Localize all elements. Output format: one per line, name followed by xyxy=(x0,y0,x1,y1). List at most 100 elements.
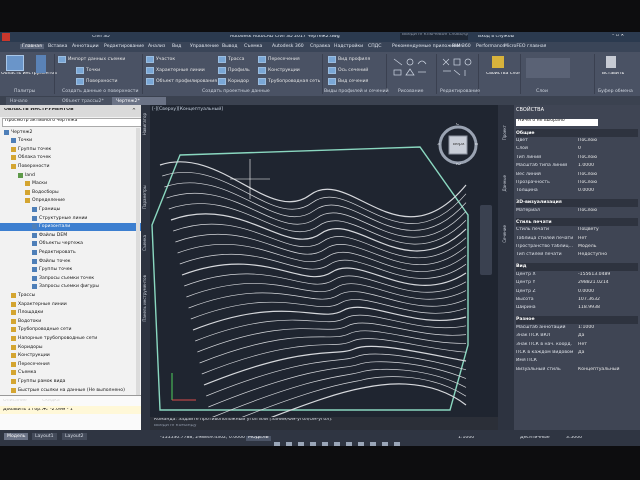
ribbon-tab[interactable]: Вставка xyxy=(48,44,67,49)
tree-item[interactable]: Конструкции xyxy=(0,352,143,360)
viewcube-top-face[interactable]: Верх xyxy=(453,143,465,148)
vertical-tab[interactable]: Проект xyxy=(502,125,509,140)
toolspace-view-select[interactable]: Просмотр активного чертежа xyxy=(2,118,142,127)
alignment-button[interactable]: Трасса xyxy=(218,56,244,63)
property-row[interactable]: Толщина 0.0000 xyxy=(516,188,638,196)
ribbon-tab[interactable]: Справка xyxy=(310,44,330,49)
property-row[interactable]: Стиль печати ПоЦвету xyxy=(516,227,638,235)
property-row[interactable]: Центр Z 0.0000 xyxy=(516,289,638,297)
surfaces-button[interactable]: Поверхности xyxy=(76,78,117,85)
units-dropdown[interactable]: Десятичные xyxy=(520,436,550,441)
property-row[interactable]: Ширина 118.9938 xyxy=(516,305,638,313)
command-input[interactable]: Введите команду xyxy=(154,424,197,429)
drawing-canvas[interactable]: [-][Сверху][Концептуальный] С Ю З В Верх xyxy=(150,105,498,431)
layer-props-button[interactable]: Свойства слоя xyxy=(486,72,521,77)
status-toggle-icons[interactable] xyxy=(272,434,452,448)
property-row[interactable]: Тип стилей печати Недоступно xyxy=(516,252,638,260)
status-value[interactable]: 3.5000 xyxy=(566,436,582,441)
ribbon-tab[interactable]: Надстройки xyxy=(334,44,363,49)
sample-line-button[interactable]: Ось сечений xyxy=(328,67,368,74)
signin-link[interactable]: Вход в службы xyxy=(478,35,514,40)
property-row[interactable]: Пространство таблиц... Модель xyxy=(516,244,638,252)
property-row[interactable]: Визуальный стиль Концептуальный xyxy=(516,367,638,375)
pipe-network-button[interactable]: Трубопроводная сеть xyxy=(258,78,320,85)
ribbon-tab[interactable]: Главная xyxy=(20,44,44,49)
feature-line-button[interactable]: Характерные линии xyxy=(146,67,205,74)
ribbon-tab[interactable]: Autodesk 360 xyxy=(272,44,304,49)
ribbon-tab[interactable]: Управление xyxy=(190,44,219,49)
ribbon-tab[interactable]: BIM 360 xyxy=(452,44,471,49)
property-row[interactable]: Масштаб типа линий 1.0000 xyxy=(516,163,638,171)
profile-button[interactable]: Профиль xyxy=(218,67,250,74)
contour-line[interactable] xyxy=(206,353,467,397)
paste-icon[interactable] xyxy=(606,56,616,68)
app-logo-icon[interactable] xyxy=(2,33,10,41)
property-section-header[interactable]: Разное xyxy=(516,315,638,324)
model-space-button[interactable]: МОДЕЛЬ xyxy=(246,436,271,441)
annotation-scale[interactable]: 1:1000 xyxy=(458,436,474,441)
ribbon-tab[interactable]: Performance xyxy=(476,44,505,49)
property-row[interactable]: Центр Y 298821.0214 xyxy=(516,280,638,288)
contour-line[interactable] xyxy=(173,223,467,259)
tree-item[interactable]: Маски xyxy=(0,180,157,188)
profile-view-button[interactable]: Вид профиля xyxy=(328,56,370,63)
search-input[interactable]: Введите ключевое слово/фразу xyxy=(400,33,468,40)
property-row[interactable]: Таблица стилей печати Нет xyxy=(516,236,638,244)
tree-item[interactable]: Коридоры xyxy=(0,343,143,351)
vertical-tab[interactable]: Съемка xyxy=(142,235,149,251)
tree-item[interactable]: Площадки xyxy=(0,309,143,317)
contour-line[interactable] xyxy=(170,213,467,252)
vertical-tab[interactable]: Параметры xyxy=(142,185,149,209)
draw-tools[interactable] xyxy=(392,56,432,84)
points-button[interactable]: Точки xyxy=(76,67,100,74)
tree-item[interactable]: Поверхности xyxy=(0,162,143,170)
contour-line[interactable] xyxy=(164,182,467,231)
tree-item[interactable]: Быстрые ссылки на данные (Не выполнено) xyxy=(0,386,143,394)
intersections-button[interactable]: Пересечения xyxy=(258,56,300,63)
navigation-bar[interactable] xyxy=(480,205,492,275)
corridor-button[interactable]: Коридор xyxy=(218,78,249,85)
ribbon-tab[interactable]: MicroFEO главная xyxy=(504,44,546,49)
layer-props-icon[interactable] xyxy=(492,56,504,68)
palettes-stack-icon[interactable] xyxy=(36,55,46,73)
layout-tab[interactable]: Layout1 xyxy=(32,433,57,440)
tree-item[interactable]: land xyxy=(0,171,150,179)
property-row[interactable]: Знак ПСК в нач. коорд. Нет xyxy=(516,342,638,350)
property-row[interactable]: Имя ПСК xyxy=(516,358,638,366)
modify-tools[interactable] xyxy=(440,56,476,84)
property-row[interactable]: Прозрачность ПоСлою xyxy=(516,180,638,188)
table-row[interactable]: Добавить 1 гор. Ж: -2.09м - 1 xyxy=(0,406,141,414)
vertical-tab[interactable]: Данные xyxy=(502,175,509,191)
window-controls[interactable]: – ▫ ✕ xyxy=(612,34,624,39)
section-view-button[interactable]: Вид сечения xyxy=(328,78,368,85)
tree-item[interactable]: Чертеж2 xyxy=(0,128,136,136)
layer-dropdown[interactable] xyxy=(526,58,570,78)
tree-item[interactable]: Напорные трубопроводные сети xyxy=(0,334,143,342)
assemblies-button[interactable]: Конструкции xyxy=(258,67,300,74)
contour-line[interactable] xyxy=(159,161,467,218)
contour-line[interactable] xyxy=(190,299,467,320)
contour-line[interactable] xyxy=(208,361,467,408)
document-tab[interactable]: Чертеж2* xyxy=(112,97,166,105)
property-row[interactable]: Высота 107.3632 xyxy=(516,297,638,305)
property-row[interactable]: ПСК в каждом Видовом Да xyxy=(516,350,638,358)
tree-item[interactable]: Съемка xyxy=(0,369,143,377)
ribbon-tab[interactable]: СПДС xyxy=(368,44,381,49)
tree-item[interactable]: Определение xyxy=(0,197,157,205)
tree-item[interactable]: Пересечения xyxy=(0,360,143,368)
ribbon-tab[interactable]: Съемка xyxy=(244,44,262,49)
property-section-header[interactable]: Вид xyxy=(516,262,638,271)
viewport-controls[interactable]: [-][Сверху][Концептуальный] xyxy=(152,107,223,112)
viewcube[interactable]: С Ю З В Верх xyxy=(436,123,480,177)
ribbon-tab[interactable]: Редактирование xyxy=(104,44,144,49)
tree-item[interactable]: Трассы xyxy=(0,291,143,299)
property-row[interactable]: Цвет ПоСлою xyxy=(516,138,638,146)
tree-item[interactable]: Точки xyxy=(0,137,143,145)
property-section-header[interactable]: Общие xyxy=(516,129,638,137)
property-row[interactable]: Материал ПоСлою xyxy=(516,208,638,216)
viewcube-east[interactable]: В xyxy=(475,143,478,148)
grading-button[interactable]: Объект профилирования xyxy=(146,78,217,85)
layout-tab[interactable]: Модель xyxy=(4,433,29,440)
close-icon[interactable]: ✕ xyxy=(132,108,136,113)
tree-item[interactable]: Облака точек xyxy=(0,154,143,162)
